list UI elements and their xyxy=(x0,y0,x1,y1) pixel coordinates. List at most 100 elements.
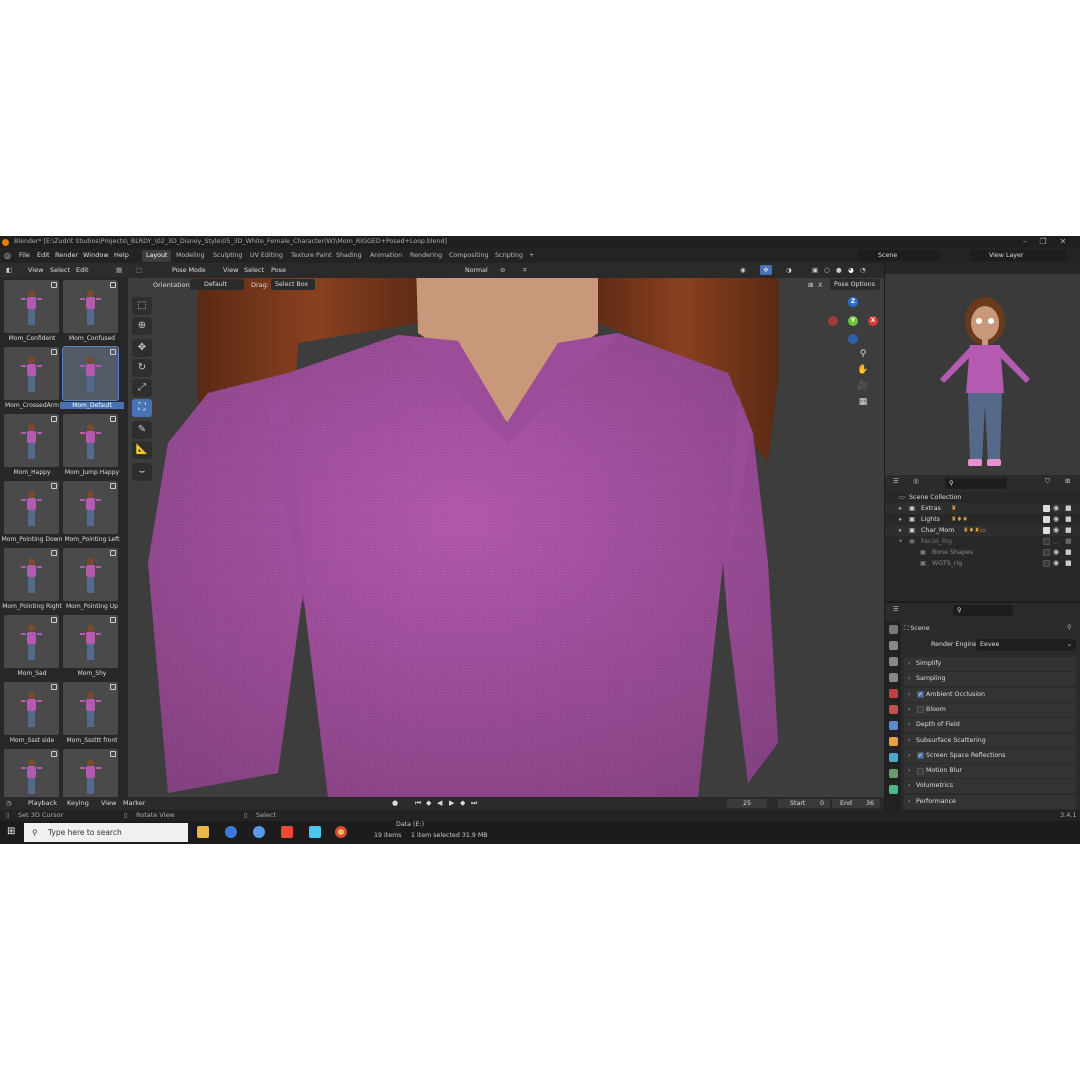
wireframe-shading-icon[interactable]: ○ xyxy=(824,263,830,278)
material-shading-icon[interactable]: ◕ xyxy=(848,263,854,278)
tab-sculpting[interactable]: Sculpting xyxy=(209,250,246,262)
editor-type-icon[interactable]: ☰ xyxy=(893,605,899,613)
render-camera-icon[interactable]: ■ xyxy=(1065,516,1072,523)
tab-shading[interactable]: Shading xyxy=(332,250,366,262)
maximize-button[interactable]: ❐ xyxy=(1033,236,1053,248)
menu-view[interactable]: View xyxy=(223,263,238,278)
constraints-tab-icon[interactable] xyxy=(889,769,898,778)
gizmo-z-axis[interactable]: Z xyxy=(848,297,858,307)
app-icon[interactable] xyxy=(253,826,265,838)
menu-select[interactable]: Select xyxy=(50,263,70,277)
pin-icon[interactable]: ⚲ xyxy=(1067,623,1072,631)
eye-icon[interactable]: ◉ xyxy=(1053,516,1060,523)
edge-icon[interactable] xyxy=(225,826,237,838)
editor-type-icon[interactable]: ⬚ xyxy=(136,263,142,278)
outliner-row-facial-rig[interactable]: ▾ ▣ Facial_Rig ◡ ■ xyxy=(885,536,1080,547)
panel-ambient-occlusion[interactable]: › ✓ Ambient Occlusion xyxy=(904,687,1076,702)
render-engine-dropdown[interactable]: Eevee ⌄ xyxy=(976,639,1076,651)
eye-icon[interactable]: ◉ xyxy=(1053,505,1060,512)
menu-view[interactable]: View xyxy=(101,797,116,810)
tab-modeling[interactable]: Modeling xyxy=(172,250,209,262)
outliner-row-extras[interactable]: ▸ ▣ Extras ♜ ◉ ■ xyxy=(885,503,1080,514)
snap-icon[interactable]: ⊘ xyxy=(500,263,505,278)
tab-texture-paint[interactable]: Texture Paint xyxy=(287,250,336,262)
zoom-icon[interactable]: ⚲ xyxy=(856,347,870,361)
chrome-icon[interactable] xyxy=(335,826,347,838)
close-window-button[interactable]: ✕ xyxy=(1053,236,1073,248)
explorer-preview[interactable]: Data (E:) 19 items 1 item selected 31.9 … xyxy=(366,821,488,844)
eye-icon[interactable]: ◉ xyxy=(1053,527,1060,534)
eye-closed-icon[interactable]: ◡ xyxy=(1053,538,1060,545)
transform-orientation-dropdown[interactable]: Normal xyxy=(451,265,495,276)
file-explorer-icon[interactable] xyxy=(197,826,209,838)
record-icon[interactable]: ● xyxy=(392,799,398,808)
extras-checkbox[interactable] xyxy=(1043,505,1050,512)
outliner-row-scene-collection[interactable]: ▭ Scene Collection xyxy=(885,492,1080,503)
gizmo-x-axis[interactable]: X xyxy=(868,316,878,326)
output-tab-icon[interactable] xyxy=(889,657,898,666)
menu-window[interactable]: Window xyxy=(83,248,109,263)
pose-thumbnail[interactable] xyxy=(63,280,118,333)
panel-checkbox[interactable]: ✓ xyxy=(917,752,924,760)
char-mom-checkbox[interactable] xyxy=(1043,527,1050,534)
menu-view[interactable]: View xyxy=(28,263,43,277)
view-layer-tab-icon[interactable] xyxy=(889,673,898,682)
data-tab-icon[interactable] xyxy=(889,785,898,794)
start-frame-field[interactable]: Start 0 xyxy=(778,799,830,808)
lights-checkbox[interactable] xyxy=(1043,516,1050,523)
play-reverse-icon[interactable]: ◀ xyxy=(437,799,442,808)
axis-x-lock-label[interactable]: X xyxy=(818,278,822,292)
outliner-row-char-mom[interactable]: ▸ ▣ Char_Mom ♜♦♜▭ ◉ ■ xyxy=(885,525,1080,536)
windows-start-icon[interactable]: ⊞ xyxy=(7,827,17,837)
render-camera-icon[interactable]: ■ xyxy=(1065,549,1072,556)
select-box-tool-icon[interactable]: ⬚ xyxy=(132,297,152,315)
taskbar-search-box[interactable]: ⚲ Type here to search xyxy=(24,823,188,842)
camera-icon[interactable]: 🎥 xyxy=(856,379,870,393)
annotate-tool-icon[interactable]: ✎ xyxy=(132,421,152,439)
scene-tab-icon[interactable] xyxy=(889,689,898,698)
move-tool-icon[interactable]: ✥ xyxy=(132,339,152,357)
outliner-search-input[interactable]: ⚲ xyxy=(945,478,1007,489)
drag-dropdown[interactable]: Select Box xyxy=(271,279,315,290)
pose-thumbnail[interactable] xyxy=(63,414,118,467)
panel-checkbox[interactable] xyxy=(917,706,924,714)
pose-thumbnail[interactable] xyxy=(4,347,59,400)
app-icon-2[interactable] xyxy=(309,826,321,838)
render-camera-icon[interactable]: ■ xyxy=(1065,527,1072,534)
pose-thumbnail[interactable] xyxy=(4,280,59,333)
tool-tab-icon[interactable] xyxy=(889,625,898,634)
panel-volumetrics[interactable]: › Volumetrics xyxy=(904,779,1076,794)
editor-type-icon[interactable]: ☰ xyxy=(893,477,899,485)
collection-tab-icon[interactable] xyxy=(889,721,898,730)
rotate-tool-icon[interactable]: ↻ xyxy=(132,359,152,377)
panel-depth-of-field[interactable]: › Depth of Field xyxy=(904,718,1076,733)
prev-keyframe-icon[interactable]: ◆ xyxy=(426,799,431,808)
pose-thumbnail[interactable] xyxy=(4,414,59,467)
pose-thumbnail[interactable] xyxy=(4,682,59,735)
panel-subsurface-scattering[interactable]: › Subsurface Scattering xyxy=(904,733,1076,748)
new-collection-icon[interactable]: ⊞ xyxy=(1065,477,1070,485)
tab-animation[interactable]: Animation xyxy=(366,250,406,262)
pose-thumbnail[interactable] xyxy=(63,548,118,601)
outliner-row-lights[interactable]: ▸ ▣ Lights ♜♦♦ ◉ ■ xyxy=(885,514,1080,525)
relax-tool-icon[interactable]: ⌣ xyxy=(132,463,152,481)
menu-marker[interactable]: Marker xyxy=(123,797,145,810)
measure-tool-icon[interactable]: 📐 xyxy=(132,441,152,459)
orientation-dropdown[interactable]: Default xyxy=(190,279,244,290)
menu-keying[interactable]: Keying xyxy=(67,797,89,810)
menu-select[interactable]: Select xyxy=(244,263,264,278)
editor-type-icon[interactable]: ◷ xyxy=(6,797,12,810)
rendered-shading-icon[interactable]: ◔ xyxy=(860,263,866,278)
bone-shapes-checkbox[interactable] xyxy=(1043,549,1050,556)
outliner-row-wgts-rig[interactable]: ▣ WGTS_rig ◉ ■ xyxy=(885,558,1080,569)
scene-selector[interactable]: Scene xyxy=(858,250,940,261)
tab-layout[interactable]: Layout xyxy=(142,250,172,262)
cursor-tool-icon[interactable]: ⊕ xyxy=(132,317,152,335)
scale-tool-icon[interactable]: ⤢ xyxy=(132,379,152,397)
tab-scripting[interactable]: Scripting xyxy=(491,250,527,262)
outliner-row-bone-shapes[interactable]: ▣ Bone Shapes ◉ ■ xyxy=(885,547,1080,558)
panel-checkbox[interactable]: ✓ xyxy=(917,691,924,699)
panel-sampling[interactable]: › Sampling xyxy=(904,672,1076,687)
play-icon[interactable]: ▶ xyxy=(449,799,454,808)
display-mode-icon[interactable]: ◎ xyxy=(913,477,919,485)
